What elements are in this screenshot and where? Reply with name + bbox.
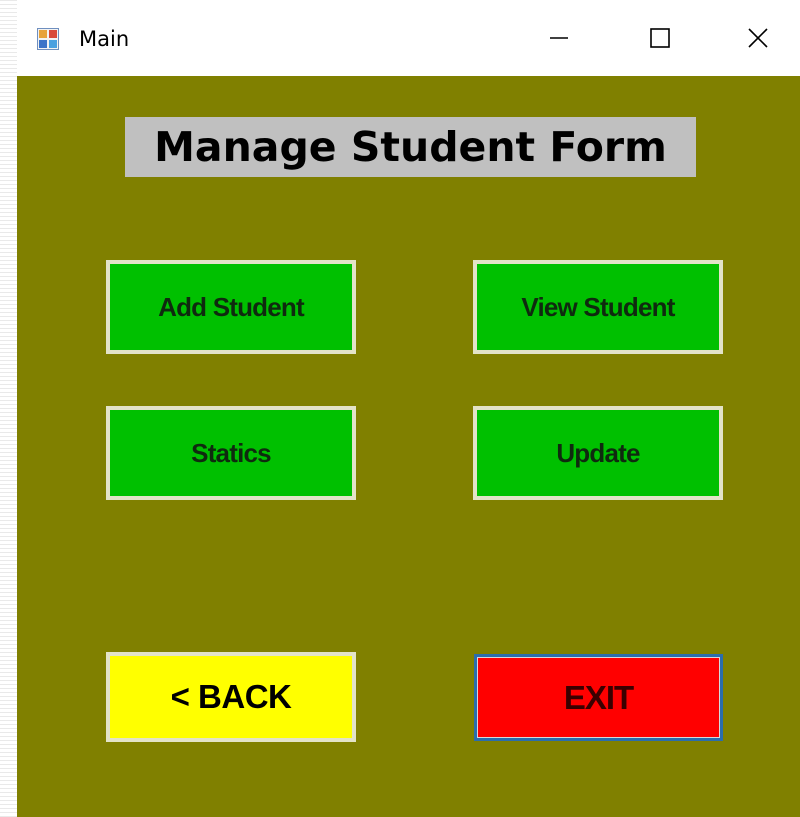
minimize-button[interactable] <box>537 18 581 62</box>
add-student-button[interactable]: Add Student <box>106 260 356 354</box>
windows-form-icon <box>37 28 59 50</box>
close-icon <box>747 27 769 54</box>
title-bar[interactable]: Main <box>17 0 800 76</box>
maximize-button[interactable] <box>638 18 682 62</box>
minimize-icon <box>549 28 569 53</box>
close-button[interactable] <box>736 18 780 62</box>
back-button[interactable]: < BACK <box>106 652 356 742</box>
window-title: Main <box>79 27 130 51</box>
update-button[interactable]: Update <box>473 406 723 500</box>
maximize-icon <box>649 27 671 54</box>
main-window: Main Manage Student Form Add Student Vie… <box>17 0 800 817</box>
page-title: Manage Student Form <box>125 117 696 177</box>
exit-button[interactable]: EXIT <box>474 654 723 741</box>
statics-button[interactable]: Statics <box>106 406 356 500</box>
view-student-button[interactable]: View Student <box>473 260 723 354</box>
form-client-area: Manage Student Form Add Student View Stu… <box>17 76 800 817</box>
